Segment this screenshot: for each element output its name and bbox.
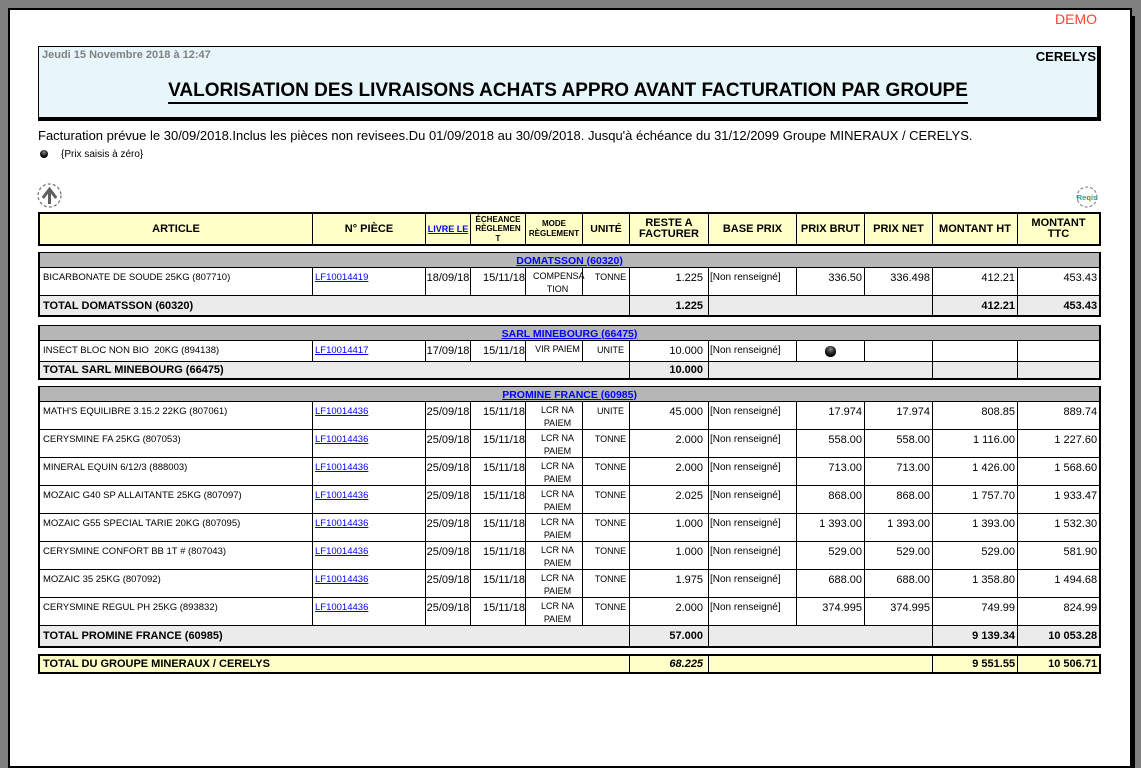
svg-text:Reqis: Reqis [1077, 193, 1097, 202]
